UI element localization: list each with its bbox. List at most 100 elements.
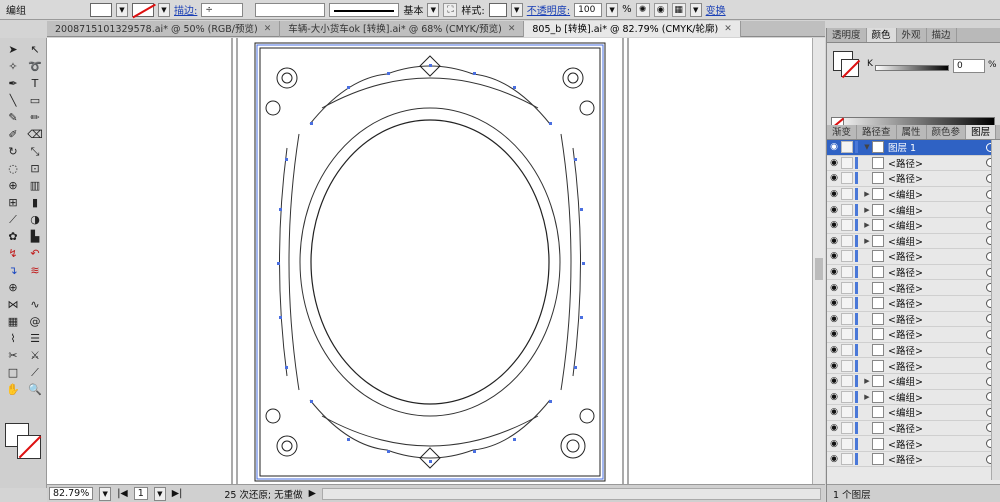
layer-row[interactable]: ◉ ▶ <编组> — [827, 218, 1000, 234]
graphic-style-icon[interactable]: ⛶ — [443, 2, 458, 17]
close-icon[interactable]: ✕ — [264, 22, 272, 37]
global-edit-icon[interactable]: ◉ — [653, 2, 668, 17]
crop-tool-icon[interactable]: ✂ — [3, 348, 23, 363]
tab-attributes[interactable]: 属性 — [897, 125, 927, 139]
visibility-eye-icon[interactable]: ◉ — [827, 205, 841, 215]
tab-pathfinder[interactable]: 路径查 — [857, 125, 897, 139]
layer-row[interactable]: ◉ <路径> — [827, 156, 1000, 172]
visibility-eye-icon[interactable]: ◉ — [827, 189, 841, 199]
visibility-eye-icon[interactable]: ◉ — [827, 329, 841, 339]
grid-tool-icon[interactable]: ▦ — [3, 314, 23, 329]
layer-row[interactable]: ◉ <路径> — [827, 452, 1000, 468]
lock-toggle[interactable] — [841, 406, 853, 419]
lock-toggle[interactable] — [841, 453, 853, 466]
layer-row[interactable]: ◉ <路径> — [827, 436, 1000, 452]
scale-tool-icon[interactable]: ⤡ — [25, 144, 45, 159]
lock-toggle[interactable] — [841, 203, 853, 216]
tab-document-3[interactable]: 805_b [转换].ai* @ 82.79% (CMYK/轮廓) ✕ — [524, 21, 741, 37]
eyedropper-tool-icon[interactable]: ⟋ — [3, 212, 23, 227]
brush-dropdown[interactable]: ▼ — [427, 2, 440, 17]
distort-tool-icon[interactable]: ∿ — [25, 297, 45, 312]
tab-document-1[interactable]: 2008715101329578.ai* @ 50% (RGB/预览) ✕ — [47, 21, 281, 37]
list-tool-icon[interactable]: ☰ — [25, 331, 45, 346]
expand-toggle-icon[interactable]: ▶ — [862, 190, 872, 198]
vertical-scrollbar[interactable] — [812, 38, 825, 484]
column-graph-tool-icon[interactable]: ▙ — [25, 229, 45, 244]
layer-row[interactable]: ◉ ▶ <编组> — [827, 374, 1000, 390]
mesh-tool-icon[interactable]: ⊞ — [3, 195, 23, 210]
tab-stroke[interactable]: 描边 — [927, 28, 957, 42]
layer-row[interactable]: ◉ <路径> — [827, 265, 1000, 281]
hand-tool-icon[interactable]: ✋ — [3, 382, 23, 397]
layer-row[interactable]: ◉ <路径> — [827, 280, 1000, 296]
visibility-eye-icon[interactable]: ◉ — [827, 251, 841, 261]
tab-color-guide[interactable]: 颜色参 — [927, 125, 967, 139]
anchor-tool-icon[interactable]: ↴ — [3, 263, 23, 278]
slice-tool-icon[interactable]: ⟋ — [25, 365, 45, 380]
pen-tool-icon[interactable]: ✒ — [3, 76, 23, 91]
expand-toggle-icon[interactable]: ▶ — [862, 393, 872, 401]
tab-color[interactable]: 颜色 — [866, 28, 897, 42]
stroke-color-swatch[interactable] — [841, 59, 859, 77]
first-page-icon[interactable]: |◀ — [117, 488, 128, 499]
lock-toggle[interactable] — [841, 297, 853, 310]
lock-toggle[interactable] — [841, 156, 853, 169]
scroll-thumb[interactable] — [815, 258, 823, 280]
rotate-tool-icon[interactable]: ↻ — [3, 144, 23, 159]
layer-row[interactable]: ◉ ▶ <编组> — [827, 187, 1000, 203]
artwork[interactable] — [47, 38, 812, 484]
stroke-weight-field[interactable]: ÷ — [201, 2, 244, 17]
graphic-style-swatch[interactable] — [488, 2, 507, 17]
blend-tool-icon[interactable]: ◑ — [25, 212, 45, 227]
zoom-dropdown[interactable]: ▼ — [99, 486, 112, 501]
symbol-sprayer-tool-icon[interactable]: ✿ — [3, 229, 23, 244]
layer-row[interactable]: ◉ <路径> — [827, 296, 1000, 312]
lock-toggle[interactable] — [841, 281, 853, 294]
warp-tool-icon[interactable]: ◌ — [3, 161, 23, 176]
tab-document-2[interactable]: 车辆-大小货车ok [转换].ai* @ 68% (CMYK/预览) ✕ — [280, 21, 525, 37]
visibility-eye-icon[interactable]: ◉ — [827, 283, 841, 293]
recolor-icon[interactable]: ✺ — [635, 2, 650, 17]
twirl-tool-icon[interactable]: @ — [25, 314, 45, 329]
layer-row[interactable]: ◉ ▶ <编组> — [827, 234, 1000, 250]
visibility-eye-icon[interactable]: ◉ — [827, 361, 841, 371]
perspective-grid-tool-icon[interactable]: ▥ — [25, 178, 45, 193]
layer-row[interactable]: ◉ <路径> — [827, 343, 1000, 359]
blob-brush-tool-icon[interactable]: ✐ — [3, 127, 23, 142]
brush-definition-field[interactable] — [329, 2, 400, 17]
artboard-tool-icon[interactable]: □ — [3, 365, 23, 380]
horizontal-scrollbar[interactable] — [321, 487, 821, 500]
layer-row-top[interactable]: ◉ ▼ 图层 1 — [827, 140, 1000, 156]
selection-tool-icon[interactable]: ➤ — [3, 42, 23, 57]
lasso-tool-icon[interactable]: ➰ — [25, 59, 45, 74]
visibility-eye-icon[interactable]: ◉ — [827, 423, 841, 433]
lock-toggle[interactable] — [841, 421, 853, 434]
scribble-tool-icon[interactable]: ⌇ — [3, 331, 23, 346]
layer-row[interactable]: ◉ <路径> — [827, 171, 1000, 187]
fill-swatch[interactable] — [90, 2, 112, 17]
layer-row[interactable]: ◉ <路径> — [827, 312, 1000, 328]
visibility-eye-icon[interactable]: ◉ — [827, 267, 841, 277]
rectangle-tool-icon[interactable]: ▭ — [25, 93, 45, 108]
lock-toggle[interactable] — [841, 234, 853, 247]
align-icon[interactable]: ▦ — [671, 2, 686, 17]
opacity-field[interactable]: 100 — [574, 2, 603, 17]
align-dropdown[interactable]: ▼ — [689, 2, 702, 17]
stroke-link[interactable]: 描边: — [174, 2, 197, 17]
opacity-dropdown[interactable]: ▼ — [606, 2, 619, 17]
expand-toggle-icon[interactable]: ▼ — [862, 143, 872, 151]
fill-stroke-widget[interactable] — [5, 423, 41, 459]
layer-row[interactable]: ◉ <路径> — [827, 421, 1000, 437]
knife-tool-icon[interactable]: ⚔ — [25, 348, 45, 363]
lock-toggle[interactable] — [841, 172, 853, 185]
page-field[interactable]: 1 — [133, 487, 148, 500]
lock-toggle[interactable] — [841, 141, 853, 154]
layer-row[interactable]: ◉ <路径> — [827, 249, 1000, 265]
transform-link[interactable]: 变换 — [706, 2, 726, 17]
layer-row[interactable]: ◉ <路径> — [827, 327, 1000, 343]
style-dropdown[interactable]: ▼ — [510, 2, 523, 17]
tab-transparency[interactable]: 透明度 — [827, 28, 867, 42]
layer-row[interactable]: ◉ <路径> — [827, 358, 1000, 374]
direct-selection-tool-icon[interactable]: ↖ — [25, 42, 45, 57]
zoom-field[interactable]: 82.79% — [49, 487, 94, 500]
